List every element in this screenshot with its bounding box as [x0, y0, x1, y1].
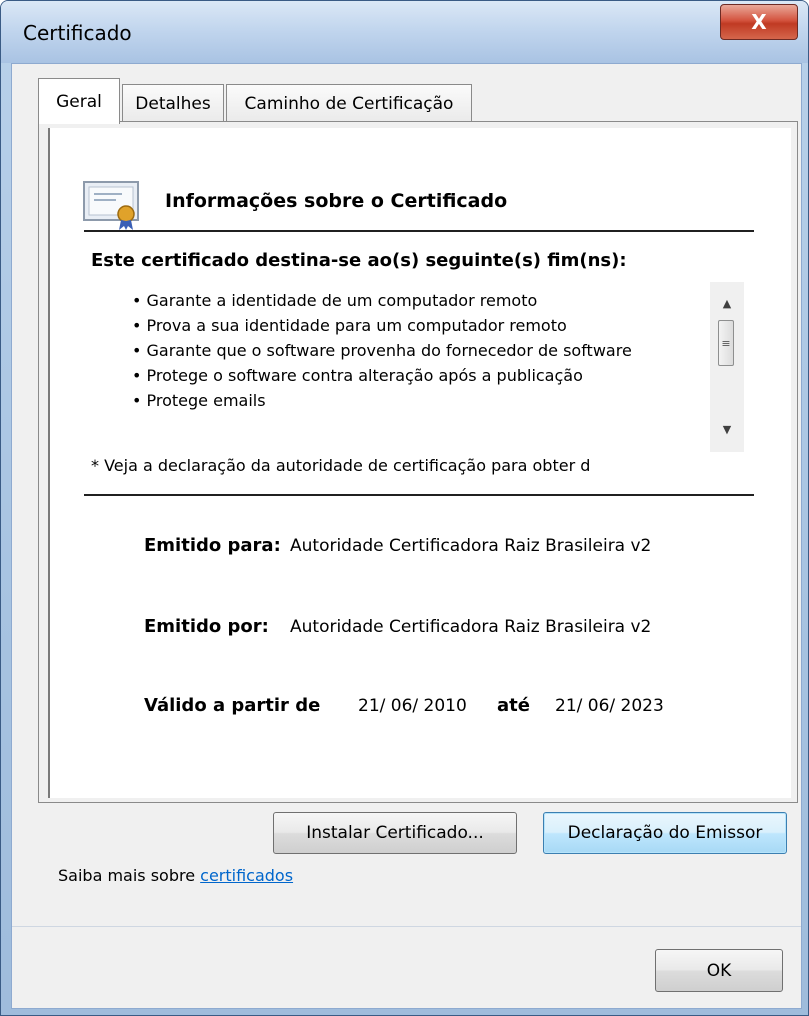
- list-item: • Garante que o software provenha do for…: [132, 341, 632, 360]
- dialog-client-area: Geral Detalhes Caminho de Certificação I…: [11, 63, 802, 1009]
- certificate-icon: [83, 181, 139, 230]
- purpose-title: Este certificado destina-se ao(s) seguin…: [91, 250, 627, 271]
- list-item: • Protege emails: [132, 391, 266, 410]
- tab-label: Caminho de Certificação: [244, 93, 454, 114]
- divider-top: [84, 230, 754, 232]
- ok-button[interactable]: OK: [655, 949, 783, 992]
- purpose-list[interactable]: • Garante a identidade de um computador …: [132, 288, 714, 413]
- certificates-link[interactable]: certificados: [200, 866, 293, 885]
- learn-more-prefix: Saiba mais sobre: [58, 866, 201, 885]
- issued-to-label: Emitido para:: [144, 535, 281, 556]
- tab-geral[interactable]: Geral: [38, 78, 120, 124]
- ok-label: OK: [706, 960, 732, 981]
- cps-note: * Veja a declaração da autoridade de cer…: [91, 456, 591, 475]
- issued-to-value: Autoridade Certificadora Raiz Brasileira…: [290, 536, 652, 556]
- scroll-thumb[interactable]: ≡: [718, 320, 734, 366]
- tab-label: Detalhes: [135, 93, 211, 114]
- close-icon: X: [751, 10, 767, 34]
- close-button[interactable]: X: [720, 4, 798, 40]
- certificate-info-box: Informações sobre o Certificado Este cer…: [48, 128, 791, 798]
- valid-from-value: 21/ 06/ 2010: [358, 696, 467, 716]
- issuer-statement-button[interactable]: Declaração do Emissor: [543, 812, 787, 854]
- list-item: • Protege o software contra alteração ap…: [132, 366, 583, 385]
- certificate-dialog: Certificado X Geral Detalhes Caminho de …: [0, 0, 809, 1016]
- valid-to-label: até: [497, 695, 530, 716]
- install-certificate-button[interactable]: Instalar Certificado...: [273, 812, 517, 854]
- window-title: Certificado: [23, 21, 132, 45]
- tab-detalhes[interactable]: Detalhes: [122, 84, 224, 122]
- issued-by-label: Emitido por:: [144, 616, 269, 637]
- purpose-list-scrollbar[interactable]: ▲ ≡ ▼: [710, 282, 744, 452]
- tab-label: Geral: [56, 91, 102, 112]
- valid-to-value: 21/ 06/ 2023: [555, 696, 664, 716]
- install-certificate-label: Instalar Certificado...: [306, 823, 484, 843]
- scroll-up-arrow-icon[interactable]: ▲: [710, 290, 744, 316]
- learn-more-text: Saiba mais sobre certificados: [58, 866, 293, 885]
- issuer-statement-label: Declaração do Emissor: [567, 823, 763, 843]
- footer-separator: [12, 926, 801, 927]
- issued-by-value: Autoridade Certificadora Raiz Brasileira…: [290, 617, 652, 637]
- certificate-info-title: Informações sobre o Certificado: [165, 190, 508, 212]
- tab-panel-geral: Informações sobre o Certificado Este cer…: [38, 121, 798, 803]
- list-item: • Prova a sua identidade para um computa…: [132, 316, 567, 335]
- scroll-down-arrow-icon[interactable]: ▼: [710, 416, 744, 442]
- valid-from-label: Válido a partir de: [144, 695, 321, 716]
- tab-caminho-de-certificacao[interactable]: Caminho de Certificação: [226, 84, 472, 122]
- divider-bottom: [84, 494, 754, 496]
- list-item: • Garante a identidade de um computador …: [132, 291, 538, 310]
- title-bar[interactable]: Certificado X: [1, 1, 808, 63]
